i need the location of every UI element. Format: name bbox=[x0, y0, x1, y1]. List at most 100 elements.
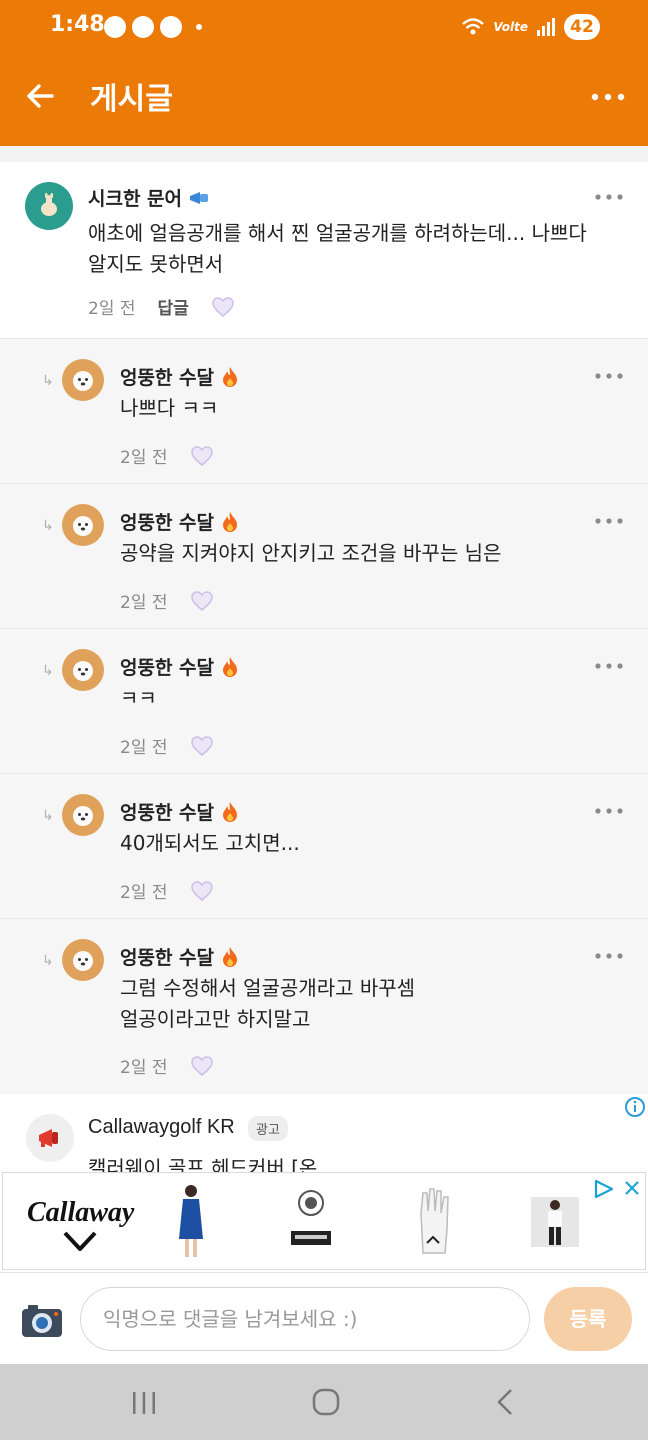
reply-indent-icon: ↳ bbox=[42, 373, 54, 389]
system-icons: Volte 42 bbox=[461, 14, 600, 40]
advertiser-name: Callawaygolf KR bbox=[88, 1116, 235, 1138]
reply-text: ㅋㅋ bbox=[120, 683, 157, 714]
camera-icon[interactable] bbox=[20, 1301, 64, 1339]
notification-app-icon bbox=[104, 16, 126, 38]
ad-banner[interactable]: Callaway bbox=[2, 1172, 646, 1270]
reply-meta: 2일 전 bbox=[120, 588, 214, 613]
reply-indent-icon: ↳ bbox=[42, 808, 54, 824]
reply-time: 2일 전 bbox=[120, 1058, 168, 1078]
megaphone-icon bbox=[39, 1129, 58, 1147]
author-row: 엉뚱한 수달 bbox=[120, 363, 240, 390]
reply-text: 공약을 지켜야지 안지키고 조건을 바꾸는 님은 bbox=[120, 538, 501, 569]
reply-item: ↳ 엉뚱한 수달 그럼 수정해서 얼굴공개라고 바꾸셈 얼공이라고만 하지말고 … bbox=[0, 918, 648, 1094]
notification-dot-icon bbox=[196, 24, 202, 30]
reply-text-line: 나쁘다 ㅋㅋ bbox=[120, 396, 219, 420]
avatar bbox=[62, 794, 104, 836]
like-heart-icon[interactable] bbox=[211, 296, 235, 318]
author-row: 시크한 문어 bbox=[88, 184, 210, 211]
submit-button[interactable]: 등록 bbox=[544, 1287, 632, 1351]
author-row: 엉뚱한 수달 bbox=[120, 653, 240, 680]
comment-input-bar: 익명으로 댓글을 남겨보세요 :) 등록 bbox=[0, 1272, 648, 1364]
system-nav-bar bbox=[0, 1364, 648, 1440]
author-name: 시크한 문어 bbox=[88, 188, 183, 210]
status-time: 1:48 bbox=[50, 12, 105, 37]
reply-item: ↳ 엉뚱한 수달 나쁘다 ㅋㅋ 2일 전 bbox=[0, 338, 648, 483]
nav-back-icon[interactable] bbox=[496, 1388, 514, 1416]
reply-more-icon[interactable] bbox=[594, 951, 624, 961]
reply-item: ↳ 엉뚱한 수달 40개되서도 고치면... 2일 전 bbox=[0, 773, 648, 918]
reply-time: 2일 전 bbox=[120, 883, 168, 903]
like-heart-icon[interactable] bbox=[190, 1055, 214, 1077]
more-options-icon[interactable] bbox=[590, 82, 626, 112]
llama-icon bbox=[41, 193, 57, 216]
like-heart-icon[interactable] bbox=[190, 735, 214, 757]
like-heart-icon[interactable] bbox=[190, 445, 214, 467]
reply-indent-icon: ↳ bbox=[42, 518, 54, 534]
author-row: 엉뚱한 수달 bbox=[120, 508, 240, 535]
app-bar: 게시글 bbox=[0, 56, 648, 146]
home-icon[interactable] bbox=[312, 1388, 340, 1416]
like-heart-icon[interactable] bbox=[190, 590, 214, 612]
reply-text: 40개되서도 고치면... bbox=[120, 828, 300, 859]
otter-icon bbox=[73, 661, 93, 681]
reply-text-line: 공약을 지켜야지 안지키고 조건을 바꾸는 님은 bbox=[120, 541, 502, 565]
adchoices-icon[interactable] bbox=[593, 1179, 615, 1199]
author-row: 엉뚱한 수달 bbox=[120, 943, 240, 970]
chevron-logo-icon bbox=[63, 1231, 97, 1251]
reply-button[interactable]: 답글 bbox=[158, 294, 189, 319]
reply-more-icon[interactable] bbox=[594, 806, 624, 816]
reply-more-icon[interactable] bbox=[594, 516, 624, 526]
reply-item: ↳ 엉뚱한 수달 공약을 지켜야지 안지키고 조건을 바꾸는 님은 2일 전 bbox=[0, 483, 648, 628]
comment-text-line: 애초에 얼음공개를 해서 찐 얼굴공개를 하려하는데... 나쁘다 bbox=[88, 221, 587, 245]
comment-input[interactable]: 익명으로 댓글을 남겨보세요 :) bbox=[80, 1287, 530, 1351]
reply-time: 2일 전 bbox=[120, 593, 168, 613]
product-headcover-image bbox=[291, 1190, 331, 1245]
fire-icon bbox=[223, 511, 238, 532]
reply-item: ↳ 엉뚱한 수달 ㅋㅋ 2일 전 bbox=[0, 628, 648, 773]
reply-indent-icon: ↳ bbox=[42, 663, 54, 679]
reply-meta: 2일 전 bbox=[120, 1053, 214, 1078]
reply-indent-icon: ↳ bbox=[42, 953, 54, 969]
close-icon[interactable] bbox=[623, 1179, 641, 1197]
comment-more-icon[interactable] bbox=[594, 192, 624, 202]
otter-icon bbox=[73, 516, 93, 536]
callaway-logo: Callaway bbox=[27, 1197, 135, 1228]
reply-text: 나쁘다 ㅋㅋ bbox=[120, 393, 218, 424]
reply-text-line: 40개되서도 고치면... bbox=[120, 831, 300, 855]
notification-app-icon bbox=[132, 16, 154, 38]
product-dress-image bbox=[179, 1185, 203, 1257]
ad-text: 캘러웨이 골프 헤드커버 [온... bbox=[88, 1156, 337, 1172]
notification-app-icon bbox=[160, 16, 182, 38]
like-heart-icon[interactable] bbox=[190, 880, 214, 902]
page-title: 게시글 bbox=[90, 82, 173, 117]
fire-icon bbox=[223, 656, 238, 677]
comment-time: 2일 전 bbox=[88, 299, 136, 319]
reply-meta: 2일 전 bbox=[120, 733, 214, 758]
reply-text: 그럼 수정해서 얼굴공개라고 바꾸셈 얼공이라고만 하지말고 bbox=[120, 973, 415, 1035]
comment-text: 애초에 얼음공개를 해서 찐 얼굴공개를 하려하는데... 나쁘다 알지도 못하… bbox=[88, 218, 587, 280]
signal-icon bbox=[537, 18, 555, 36]
reply-text-line: 얼공이라고만 하지말고 bbox=[120, 1007, 311, 1031]
info-icon[interactable] bbox=[624, 1096, 646, 1118]
author-name: 엉뚱한 수달 bbox=[120, 802, 215, 824]
ad-item[interactable]: Callawaygolf KR 광고 캘러웨이 골프 헤드커버 [온... Ca… bbox=[0, 1094, 648, 1272]
status-bar: 1:48 Volte 42 bbox=[0, 0, 648, 56]
reply-time: 2일 전 bbox=[120, 738, 168, 758]
reply-time: 2일 전 bbox=[120, 448, 168, 468]
ad-badge: 광고 bbox=[248, 1116, 288, 1141]
comment-meta: 2일 전 답글 bbox=[88, 294, 235, 319]
reply-more-icon[interactable] bbox=[594, 371, 624, 381]
volte-label: Volte bbox=[493, 20, 528, 34]
comment-text-line: 알지도 못하면서 bbox=[88, 252, 224, 276]
recent-apps-icon[interactable] bbox=[130, 1390, 158, 1416]
product-apparel-image bbox=[531, 1197, 579, 1247]
back-arrow-icon[interactable] bbox=[22, 78, 58, 114]
battery-icon: 42 bbox=[564, 14, 600, 40]
reply-text-line: 그럼 수정해서 얼굴공개라고 바꾸셈 bbox=[120, 976, 416, 1000]
fire-icon bbox=[223, 801, 238, 822]
reply-more-icon[interactable] bbox=[594, 661, 624, 671]
otter-icon bbox=[73, 806, 93, 826]
megaphone-icon bbox=[190, 191, 209, 204]
reply-meta: 2일 전 bbox=[120, 878, 214, 903]
reply-text-line: ㅋㅋ bbox=[120, 686, 157, 710]
